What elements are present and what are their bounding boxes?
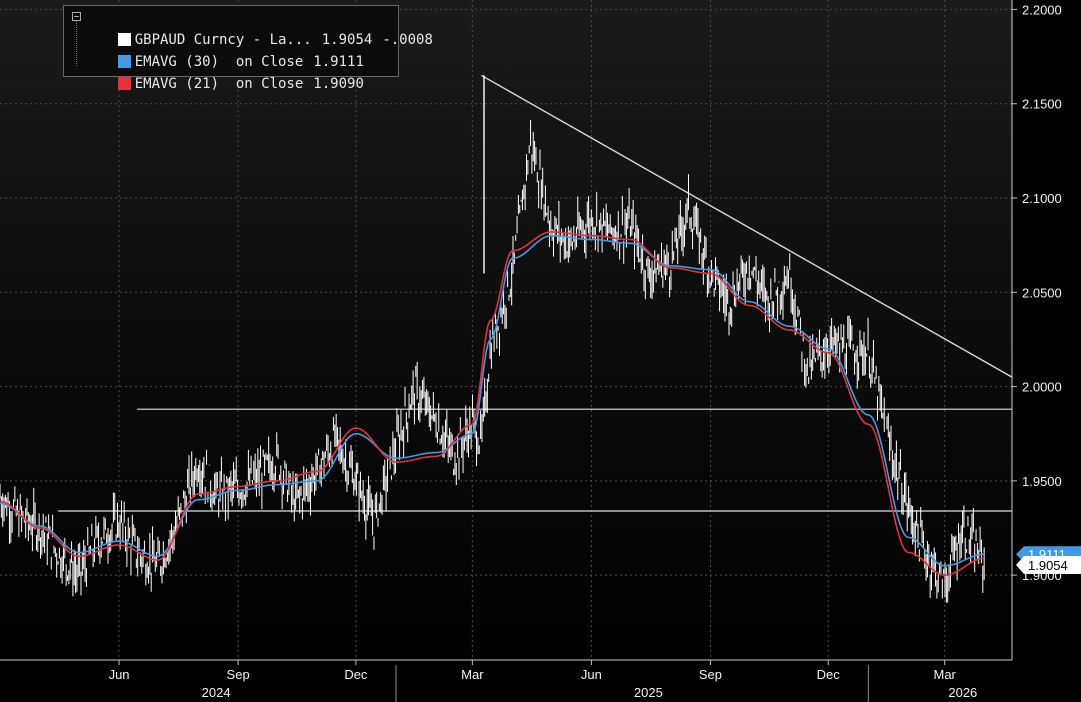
price-chart: 2.2000 2.1500 2.1000 2.0500 2.0000 1.9500 1.90… bbox=[0, 0, 1081, 702]
legend-row-ema30: EMAVG (30) on Close 1.9111 bbox=[84, 32, 364, 70]
x-year-label: 2024 bbox=[202, 685, 231, 700]
legend-label-ema21: EMAVG (21) on Close bbox=[134, 76, 304, 92]
y-tick-label: 1.9500 bbox=[1022, 474, 1062, 489]
y-tick-label: 2.0000 bbox=[1022, 380, 1062, 395]
x-tick-label: Jun bbox=[109, 667, 130, 682]
x-year-label: 2026 bbox=[948, 685, 977, 700]
legend-box[interactable]: GBPAUD Curncy - La... 1.9054 -.0008 EMAVG … bbox=[63, 5, 433, 92]
y-tick-label: 2.1500 bbox=[1022, 97, 1062, 112]
x-tick-label: Jun bbox=[581, 667, 602, 682]
x-year-label: 2025 bbox=[634, 685, 663, 700]
plot-background bbox=[0, 0, 1012, 660]
legend-row-ema21: EMAVG (21) on Close 1.9090 bbox=[84, 54, 364, 92]
x-tick-label: Mar bbox=[934, 667, 957, 682]
y-tick-label: 2.0500 bbox=[1022, 285, 1062, 300]
price-tags: 1.91111.9054 bbox=[1016, 546, 1081, 574]
legend-row-price: GBPAUD Curncy - La... 1.9054 -.0008 bbox=[84, 10, 433, 48]
x-tick-label: Mar bbox=[461, 667, 484, 682]
legend-swatch-ema21 bbox=[117, 77, 131, 90]
legend-value-ema21: 1.9090 bbox=[313, 76, 364, 92]
last-price-tag-text: 1.9054 bbox=[1028, 558, 1068, 573]
x-tick-label: Sep bbox=[699, 667, 722, 682]
x-tick-label: Dec bbox=[817, 667, 841, 682]
legend-change-price: -.0008 bbox=[382, 32, 433, 48]
x-axis: Jun Sep Dec Mar Jun Sep Dec Mar 2024 2025 2026 bbox=[0, 659, 1012, 702]
y-tick-label: 2.2000 bbox=[1022, 2, 1062, 17]
x-tick-label: Sep bbox=[227, 667, 250, 682]
x-tick-label: Dec bbox=[344, 667, 368, 682]
legend-tree-icon[interactable] bbox=[72, 12, 81, 66]
y-tick-label: 2.1000 bbox=[1022, 191, 1062, 206]
